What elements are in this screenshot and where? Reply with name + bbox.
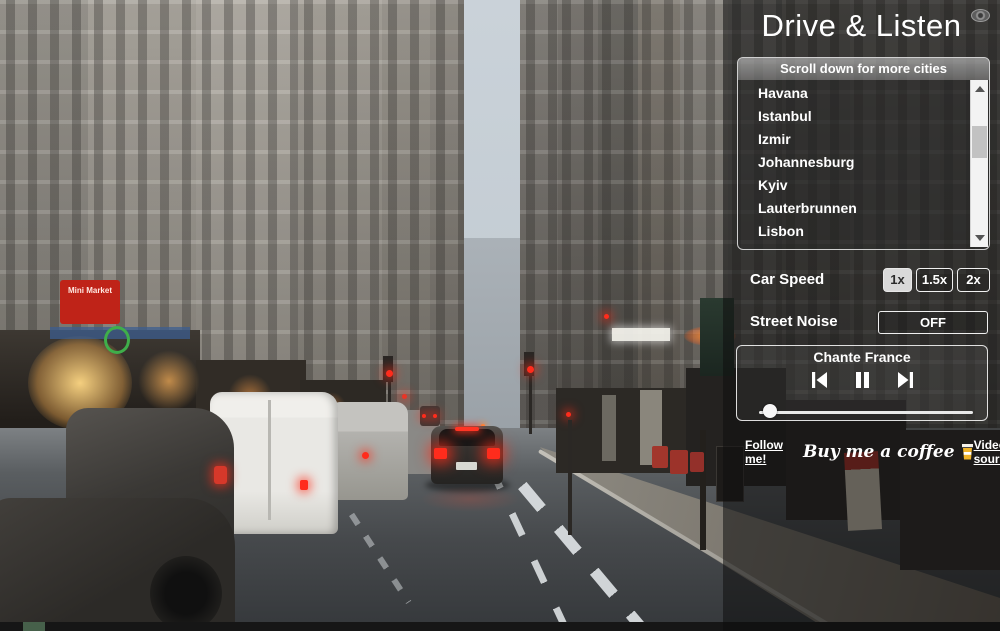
volume-slider-track[interactable] — [759, 411, 973, 414]
city-option-lauterbrunnen[interactable]: Lauterbrunnen — [738, 197, 968, 220]
city-option-kyiv[interactable]: Kyiv — [738, 174, 968, 197]
van-door-seam — [268, 400, 271, 520]
page-title: Drive & Listen — [723, 8, 1000, 44]
lit-shop-window — [602, 395, 616, 461]
parked-car-silver — [330, 402, 408, 500]
footer-links: Follow me! Buy me a coffee Video source — [723, 438, 1000, 466]
player-controls — [737, 371, 987, 389]
taillight — [433, 414, 437, 418]
traffic-light-red — [604, 314, 609, 319]
tree-trunk — [700, 430, 706, 550]
market-sign: Mini Market — [60, 280, 120, 324]
brake-light-strip — [455, 427, 479, 431]
pause-icon[interactable] — [855, 371, 870, 389]
building-right-8 — [556, 0, 598, 452]
car-rear-window — [439, 429, 495, 446]
city-list-box: Scroll down for more cities Havana Istan… — [737, 57, 990, 250]
cafe-sign-white — [612, 328, 670, 341]
skip-previous-icon[interactable] — [811, 371, 828, 389]
traffic-light-red — [402, 394, 407, 399]
license-plate — [456, 462, 477, 470]
city-option-johannesburg[interactable]: Johannesburg — [738, 151, 968, 174]
skip-next-icon[interactable] — [897, 371, 914, 389]
taillight-left — [434, 448, 447, 459]
city-list-scrollbar[interactable] — [970, 80, 988, 247]
scroll-down-icon[interactable] — [975, 235, 985, 241]
follow-me-link[interactable]: Follow me! — [745, 438, 783, 466]
video-progress-chip — [23, 622, 45, 631]
app-root: Mini Market — [0, 0, 1000, 631]
coffee-cup-icon[interactable] — [961, 444, 974, 460]
car-speed-label: Car Speed — [750, 271, 824, 288]
traffic-light-red — [527, 366, 534, 373]
street-noise-label: Street Noise — [750, 313, 838, 330]
building-left-6 — [430, 0, 464, 448]
traffic-light-housing — [383, 356, 393, 382]
building-right-9 — [520, 0, 558, 446]
cafe-chair-red — [670, 450, 688, 474]
taillight — [300, 480, 308, 490]
traffic-light-red — [386, 370, 393, 377]
taillight — [214, 466, 227, 484]
building-right-6 — [636, 0, 680, 452]
control-panel-overlay: Drive & Listen Scroll down for more citi… — [723, 0, 1000, 631]
buy-me-a-coffee-link[interactable]: Buy me a coffee — [803, 442, 955, 462]
city-list: Havana Istanbul Izmir Johannesburg Kyiv … — [738, 82, 968, 243]
speed-2x-button[interactable]: 2x — [957, 268, 990, 292]
city-option-lisbon[interactable]: Lisbon — [738, 220, 968, 243]
station-name: Chante France — [737, 349, 987, 365]
taillight — [422, 414, 426, 418]
street-noise-toggle[interactable]: OFF — [878, 311, 988, 334]
sidewalk-pole — [568, 420, 572, 535]
speed-1-5x-button[interactable]: 1.5x — [916, 268, 953, 292]
taillight-road-glow — [420, 486, 520, 512]
speed-1x-button[interactable]: 1x — [883, 268, 912, 292]
scrollbar-thumb[interactable] — [972, 126, 987, 158]
traffic-light-pole — [529, 376, 532, 434]
cafe-chair-red — [690, 452, 704, 472]
volume-slider-thumb[interactable] — [763, 404, 777, 418]
video-source-link[interactable]: Video source — [974, 438, 1000, 466]
scroll-up-icon[interactable] — [975, 86, 985, 92]
taillight-right — [487, 448, 500, 459]
cafe-chair-red — [652, 446, 668, 468]
city-option-havana[interactable]: Havana — [738, 82, 968, 105]
city-option-istanbul[interactable]: Istanbul — [738, 105, 968, 128]
car-wheel — [150, 556, 222, 631]
shop-window-glow — [138, 350, 200, 412]
green-ring-sign — [104, 326, 130, 354]
radio-player: Chante France — [736, 345, 988, 421]
taillight — [362, 452, 369, 459]
city-list-header: Scroll down for more cities — [738, 58, 989, 80]
city-option-izmir[interactable]: Izmir — [738, 128, 968, 151]
traffic-light-red — [566, 412, 571, 417]
